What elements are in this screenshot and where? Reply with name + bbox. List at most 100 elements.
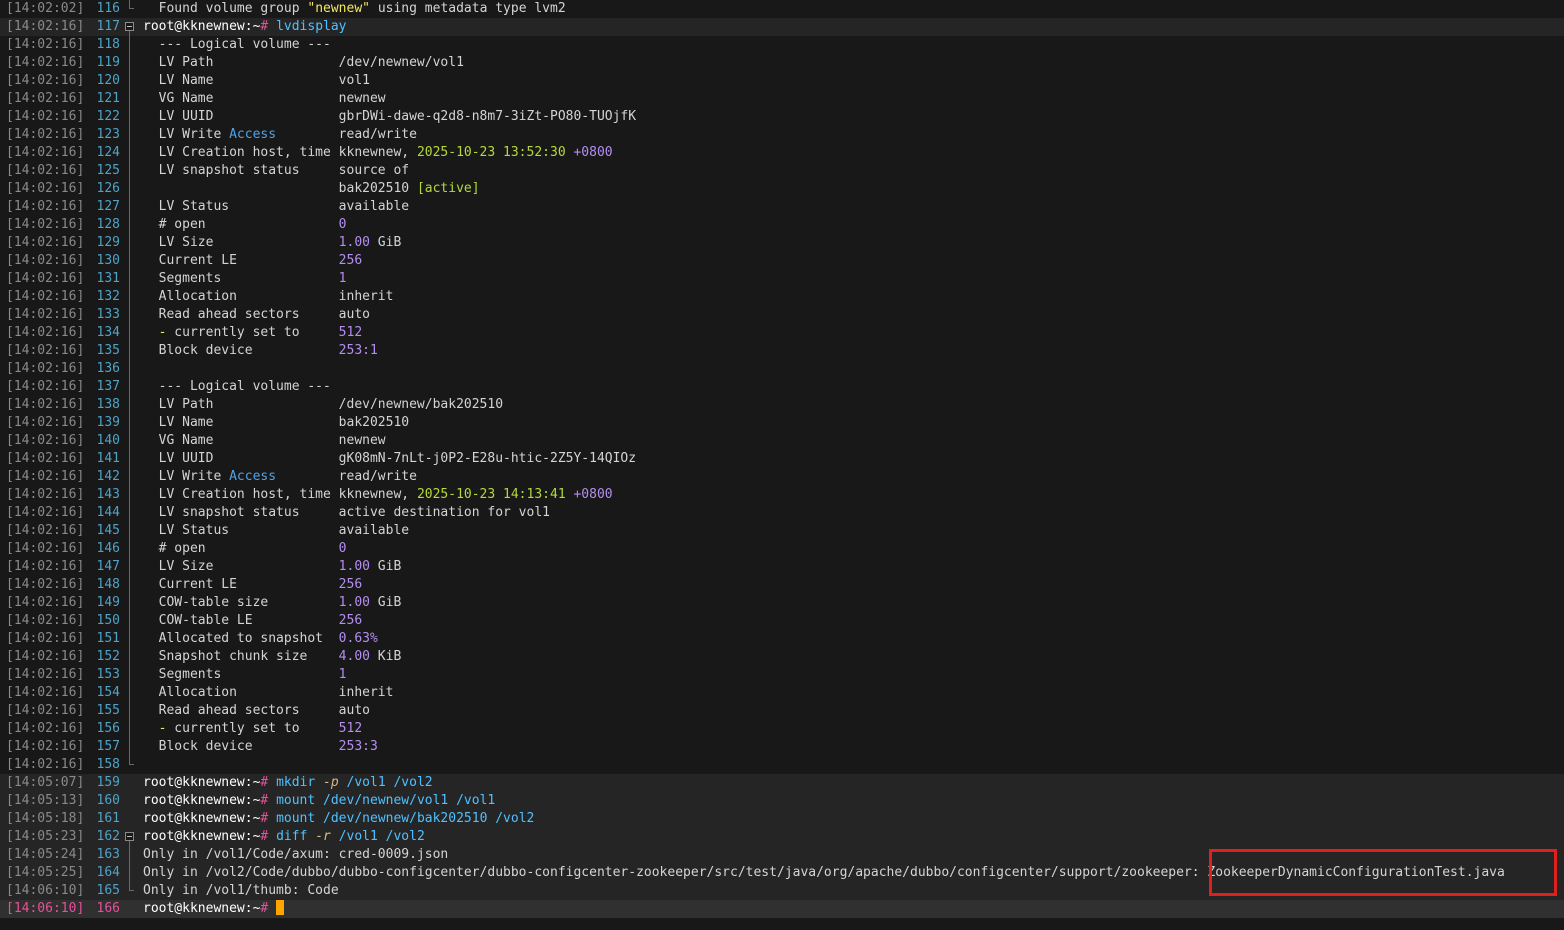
line-timestamp: [14:02:16]: [6, 631, 85, 646]
line-number: 130: [96, 253, 120, 268]
line-number: 121: [96, 91, 120, 106]
line-number: 149: [96, 595, 120, 610]
line-number: 161: [96, 811, 120, 826]
fold-line-icon: [124, 306, 138, 324]
terminal-line: [14:02:02] 116 Found volume group "newnew…: [0, 0, 1564, 18]
line-timestamp: [14:02:16]: [6, 559, 85, 574]
fold-end-icon: [124, 0, 138, 18]
fold-line-icon: [124, 288, 138, 306]
line-timestamp: [14:02:16]: [6, 523, 85, 538]
line-number: 136: [96, 361, 120, 376]
line-number: 155: [96, 703, 120, 718]
line-number: 127: [96, 199, 120, 214]
terminal-line: [14:02:16] 121 VG Name newnew: [0, 90, 1564, 108]
line-timestamp: [14:02:16]: [6, 577, 85, 592]
fold-line-icon: [124, 54, 138, 72]
fold-line-icon: [124, 864, 138, 882]
fold-line-icon: [124, 486, 138, 504]
line-timestamp: [14:02:16]: [6, 451, 85, 466]
line-timestamp: [14:02:16]: [6, 73, 85, 88]
line-timestamp: [14:02:16]: [6, 505, 85, 520]
fold-line-icon: [124, 702, 138, 720]
fold-line-icon: [124, 144, 138, 162]
line-text: Allocation inherit: [143, 289, 394, 304]
fold-line-icon: [124, 414, 138, 432]
fold-line-icon: [124, 648, 138, 666]
line-number: 144: [96, 505, 120, 520]
line-text: Segments 1: [143, 667, 347, 682]
line-text: LV Status available: [143, 199, 410, 214]
line-timestamp: [14:02:16]: [6, 433, 85, 448]
line-number: 126: [96, 181, 120, 196]
line-timestamp: [14:02:16]: [6, 415, 85, 430]
terminal-line: [14:02:16] 158: [0, 756, 1564, 774]
line-timestamp: [14:02:16]: [6, 739, 85, 754]
terminal-line: [14:02:16] 127 LV Status available: [0, 198, 1564, 216]
line-text: LV Name bak202510: [143, 415, 410, 430]
fold-line-icon: [124, 576, 138, 594]
line-number: 117: [96, 19, 120, 34]
line-number: 140: [96, 433, 120, 448]
line-timestamp: [14:02:16]: [6, 145, 85, 160]
line-text: LV Creation host, time kknewnew, 2025-10…: [143, 487, 613, 502]
line-text: LV Name vol1: [143, 73, 370, 88]
line-timestamp: [14:02:16]: [6, 667, 85, 682]
terminal-line: [14:02:16] 124 LV Creation host, time kkn…: [0, 144, 1564, 162]
fold-toggle-icon[interactable]: [124, 18, 138, 36]
fold-line-icon: [124, 468, 138, 486]
line-text: root@kknewnew:~# mount /dev/newnew/vol1 …: [143, 793, 496, 808]
fold-line-icon: [124, 846, 138, 864]
line-text: LV UUID gK08mN-7nLt-j0P2-E28u-htic-2Z5Y-…: [143, 451, 637, 466]
line-text: LV Size 1.00 GiB: [143, 559, 402, 574]
terminal-line: [14:02:16] 126 bak202510 [active]: [0, 180, 1564, 198]
terminal-line: [14:06:10] 166 root@kknewnew:~#: [0, 900, 1564, 918]
terminal-line: [14:02:16] 131 Segments 1: [0, 270, 1564, 288]
line-number: 156: [96, 721, 120, 736]
line-timestamp: [14:02:16]: [6, 343, 85, 358]
line-number: 137: [96, 379, 120, 394]
terminal-line: [14:02:16] 151 Allocated to snapshot 0.63…: [0, 630, 1564, 648]
fold-line-icon: [124, 522, 138, 540]
terminal-line: [14:02:16] 143 LV Creation host, time kkn…: [0, 486, 1564, 504]
line-timestamp: [14:05:18]: [6, 811, 85, 826]
command-prompt[interactable]: root@kknewnew:~#: [143, 900, 285, 918]
line-timestamp: [14:02:16]: [6, 541, 85, 556]
line-number: 160: [96, 793, 120, 808]
line-text: root@kknewnew:~# diff -r /vol1 /vol2: [143, 829, 425, 844]
line-text: Only in /vol1/thumb: Code: [143, 883, 339, 898]
fold-line-icon: [124, 180, 138, 198]
line-number: 132: [96, 289, 120, 304]
line-text: LV Size 1.00 GiB: [143, 235, 402, 250]
line-text: Only in /vol1/Code/axum: cred-0009.json: [143, 847, 449, 862]
terminal-line: [14:05:25] 164 Only in /vol2/Code/dubbo/du…: [0, 864, 1564, 882]
fold-line-icon: [124, 126, 138, 144]
line-number: 122: [96, 109, 120, 124]
line-text: Found volume group "newnew" using metada…: [143, 1, 566, 16]
line-number: 133: [96, 307, 120, 322]
line-timestamp: [14:05:24]: [6, 847, 85, 862]
line-number: 142: [96, 469, 120, 484]
line-number: 116: [96, 1, 120, 16]
line-number: 143: [96, 487, 120, 502]
line-number: 125: [96, 163, 120, 178]
line-number: 165: [96, 883, 120, 898]
terminal-line: [14:02:16] 122 LV UUID gbrDWi-dawe-q2d8-n…: [0, 108, 1564, 126]
terminal-line: [14:02:16] 155 Read ahead sectors auto: [0, 702, 1564, 720]
line-timestamp: [14:02:16]: [6, 325, 85, 340]
terminal-line: [14:02:16] 153 Segments 1: [0, 666, 1564, 684]
line-text: root@kknewnew:~# lvdisplay: [143, 19, 347, 34]
line-text: VG Name newnew: [143, 91, 386, 106]
line-timestamp: [14:02:16]: [6, 217, 85, 232]
terminal-line: [14:02:16] 140 VG Name newnew: [0, 432, 1564, 450]
terminal-line: [14:02:16] 148 Current LE 256: [0, 576, 1564, 594]
line-timestamp: [14:02:16]: [6, 469, 85, 484]
terminal-line: [14:02:16] 132 Allocation inherit: [0, 288, 1564, 306]
fold-toggle-icon[interactable]: [124, 828, 138, 846]
line-number: 120: [96, 73, 120, 88]
terminal-window[interactable]: [14:02:02] 116 Found volume group "newnew…: [0, 0, 1564, 930]
fold-line-icon: [124, 270, 138, 288]
line-number: 152: [96, 649, 120, 664]
terminal-line: [14:02:16] 138 LV Path /dev/newnew/bak202…: [0, 396, 1564, 414]
line-timestamp: [14:02:16]: [6, 271, 85, 286]
line-number: 131: [96, 271, 120, 286]
